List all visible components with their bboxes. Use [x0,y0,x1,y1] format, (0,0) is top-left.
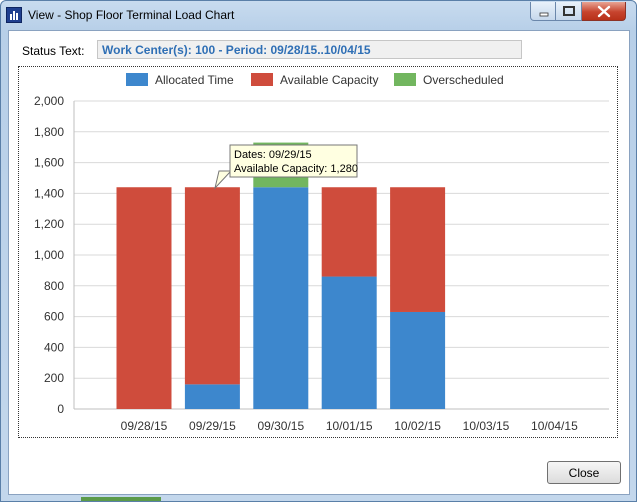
y-tick-label: 600 [44,310,64,324]
bar-segment [321,187,377,277]
y-tick-label: 2,000 [34,94,64,108]
status-label: Status Text: [22,44,85,58]
bar-segment [116,187,172,409]
y-tick-label: 0 [57,402,64,416]
window-title: View - Shop Floor Terminal Load Chart [28,8,235,22]
load-chart: 0 200 400 600 800 1,000 1,200 1,400 1,600 1,800 2,… [18,66,618,438]
y-tick-label: 400 [44,340,64,354]
bar-segment [184,384,240,409]
minimize-icon [539,12,549,17]
y-tick-label: 800 [44,279,64,293]
legend-swatch [251,73,273,86]
legend-swatch [126,73,148,86]
dialog-body: Status Text: Work Center(s): 100 - Perio… [8,30,630,495]
bar-segment [321,276,377,409]
minimize-button[interactable] [530,2,556,21]
legend-label: Available Capacity [280,73,379,87]
status-field: Work Center(s): 100 - Period: 09/28/15..… [97,40,522,59]
maximize-icon [563,6,575,16]
tooltip-pointer [214,170,233,190]
y-tick-label: 1,000 [34,248,64,262]
close-button[interactable]: Close [547,461,621,484]
window-close-button[interactable] [582,2,626,21]
y-tick-label: 1,600 [34,156,64,170]
window: View - Shop Floor Terminal Load Chart St… [0,0,637,502]
title-bar[interactable]: View - Shop Floor Terminal Load Chart [1,1,636,29]
bar-segment [390,311,446,409]
y-tick-label: 1,800 [34,125,64,139]
chart-canvas: 0 200 400 600 800 1,000 1,200 1,400 1,600 1,800 2,… [34,73,609,433]
legend-swatch [394,73,416,86]
taskbar-stub [81,497,161,501]
x-tick-label: 10/01/15 [326,419,373,433]
tooltip-capacity: Available Capacity: 1,280 [234,163,358,175]
close-icon [597,5,611,18]
app-icon [6,7,22,23]
x-tick-label: 10/02/15 [394,419,441,433]
maximize-button[interactable] [556,2,582,21]
x-tick-label: 09/29/15 [189,419,236,433]
x-tick-label: 09/30/15 [257,419,304,433]
status-value: Work Center(s): 100 - Period: 09/28/15..… [102,43,371,57]
x-tick-label: 09/28/15 [121,419,168,433]
x-tick-label: 10/04/15 [531,419,578,433]
x-tick-label: 10/03/15 [463,419,510,433]
legend-label: Allocated Time [155,73,234,87]
y-tick-label: 1,200 [34,217,64,231]
y-tick-label: 200 [44,371,64,385]
bar-segment [184,187,240,385]
y-tick-label: 1,400 [34,186,64,200]
bar-segment [253,187,309,409]
bar-segment [390,187,446,312]
tooltip-date: Dates: 09/29/15 [234,149,312,161]
legend-label: Overscheduled [423,73,504,87]
